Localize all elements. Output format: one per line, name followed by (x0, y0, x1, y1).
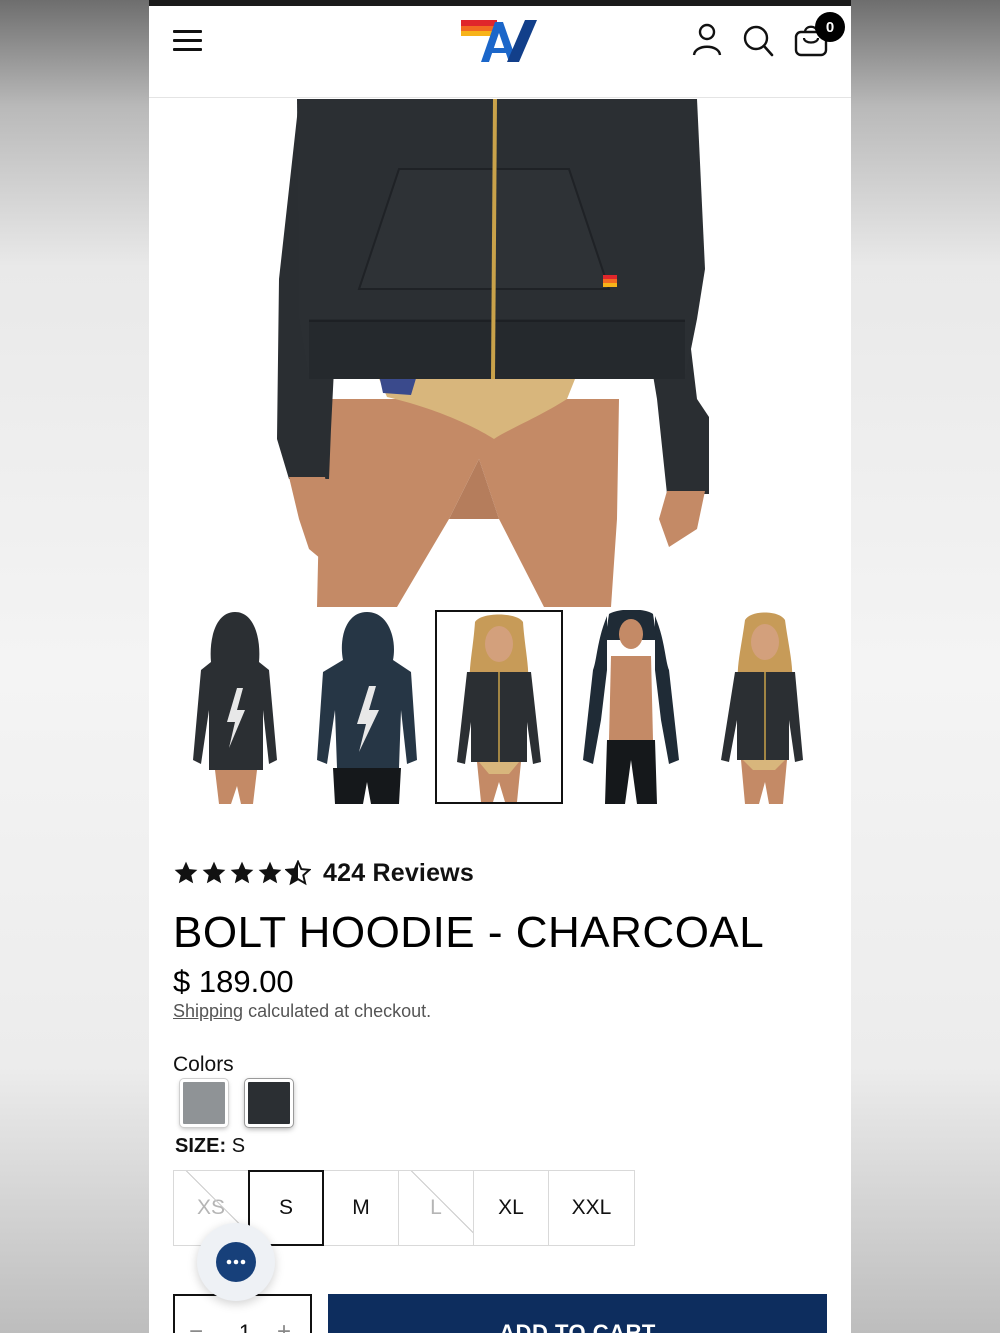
colors-label: Colors (173, 1053, 234, 1076)
product-price: $ 189.00 (173, 964, 294, 999)
thumbnail-front-view-man[interactable] (567, 610, 695, 804)
product-page: 0 424 Reviews BOLT HOODIE - CHARCOAL $ 1… (149, 0, 851, 1333)
add-to-cart-button[interactable]: ADD TO CART (328, 1294, 827, 1333)
size-option-xl[interactable]: XL (473, 1170, 549, 1246)
thumbnail-front-view-woman[interactable] (435, 610, 563, 804)
hamburger-menu-icon[interactable] (173, 30, 203, 52)
star-full-icon (202, 861, 226, 884)
thumbnail-back-view-man[interactable] (303, 610, 431, 804)
star-full-icon (230, 861, 254, 884)
thumbnail-strip (149, 610, 851, 806)
selected-size: S (231, 1135, 246, 1157)
product-main-image[interactable] (149, 99, 851, 607)
size-option-l[interactable]: L (398, 1170, 474, 1246)
star-full-icon (174, 861, 198, 884)
size-option-xxl[interactable]: XXL (548, 1170, 635, 1246)
chat-bubble-icon (216, 1242, 256, 1282)
search-icon[interactable] (741, 22, 775, 58)
av-brand-logo[interactable] (459, 18, 539, 64)
quantity-value[interactable]: 1 (235, 1320, 255, 1333)
size-label: SIZE: S (175, 1135, 246, 1157)
quantity-decrease-button[interactable]: − (189, 1318, 203, 1333)
cart-count-badge: 0 (815, 12, 845, 42)
chat-button[interactable] (197, 1223, 275, 1301)
quantity-increase-button[interactable]: + (277, 1318, 291, 1333)
site-header: 0 (149, 6, 851, 98)
shipping-text: calculated at checkout. (243, 1001, 432, 1021)
product-rating[interactable]: 424 Reviews (173, 856, 474, 890)
star-half-icon (285, 860, 311, 886)
shipping-link[interactable]: Shipping (173, 1001, 243, 1021)
star-full-icon (258, 861, 282, 884)
color-swatch-grey[interactable] (180, 1079, 228, 1127)
shipping-note: Shipping calculated at checkout. (173, 1001, 431, 1022)
product-title: BOLT HOODIE - CHARCOAL (173, 908, 765, 957)
user-account-icon[interactable] (690, 22, 724, 58)
color-swatch-charcoal[interactable] (245, 1079, 293, 1127)
thumbnail-back-view-woman[interactable] (171, 610, 299, 804)
rating-stars (173, 860, 311, 886)
reviews-count[interactable]: 424 Reviews (323, 859, 474, 888)
size-option-m[interactable]: M (323, 1170, 399, 1246)
thumbnail-side-view-woman[interactable] (699, 610, 827, 804)
